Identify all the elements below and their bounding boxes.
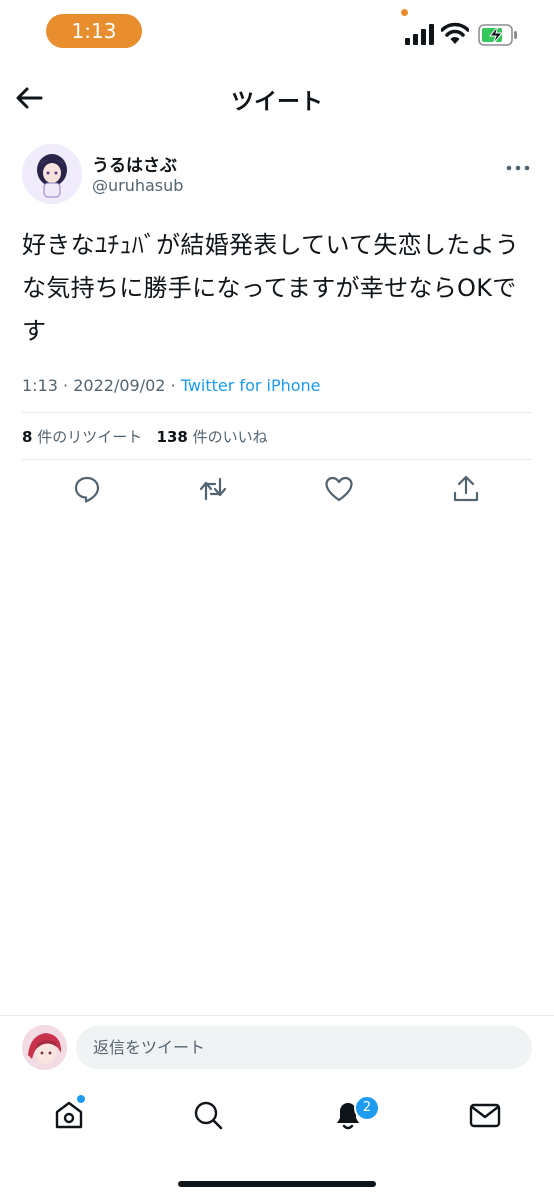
divider <box>22 412 532 413</box>
retweet-icon[interactable] <box>198 474 228 504</box>
search-icon[interactable] <box>191 1098 225 1132</box>
tweet-date: 2022/09/02 <box>73 376 166 395</box>
more-options-icon[interactable] <box>506 158 530 171</box>
tweet-stats: 8 件のリツイート 138 件のいいね <box>22 426 268 447</box>
retweet-label: 件のリツイート <box>37 428 143 446</box>
retweets-stat[interactable]: 8 件のリツイート <box>22 428 142 446</box>
page-title: ツイート <box>231 89 323 115</box>
status-time: 1:13 <box>46 14 142 48</box>
author-name[interactable]: うるはさぶ <box>92 151 177 176</box>
retweet-count: 8 <box>22 428 33 446</box>
wifi-icon <box>440 22 470 46</box>
home-indicator <box>178 1181 376 1187</box>
current-user-avatar[interactable] <box>22 1025 67 1070</box>
divider <box>22 459 532 460</box>
tweet-timestamp: 1:13 · 2022/09/02 · Twitter for iPhone <box>22 376 321 395</box>
notification-badge: 2 <box>354 1095 380 1121</box>
messages-icon[interactable] <box>468 1098 502 1132</box>
share-icon[interactable] <box>451 474 481 504</box>
tweet-time: 1:13 <box>22 376 58 395</box>
battery-charging-icon <box>478 24 518 46</box>
like-count: 138 <box>156 428 188 446</box>
reply-input[interactable] <box>76 1026 532 1069</box>
meta-separator: · <box>170 376 176 395</box>
meta-separator: · <box>63 376 69 395</box>
like-icon[interactable] <box>324 474 354 504</box>
home-unread-dot <box>77 1095 85 1103</box>
author-handle[interactable]: @uruhasub <box>92 176 183 195</box>
author-avatar[interactable] <box>22 144 82 204</box>
tweet-text: 好きなﾕﾁｭﾊﾞが結婚発表していて失恋したような気持ちに勝手になってますが幸せな… <box>22 231 520 345</box>
privacy-indicator-dot <box>401 9 408 16</box>
divider <box>0 1015 554 1016</box>
likes-stat[interactable]: 138 件のいいね <box>157 428 268 446</box>
cellular-signal-icon <box>404 24 434 46</box>
like-label: 件のいいね <box>192 428 268 446</box>
home-icon[interactable] <box>52 1098 86 1132</box>
reply-icon[interactable] <box>72 474 102 504</box>
tweet-source-link[interactable]: Twitter for iPhone <box>181 376 321 395</box>
